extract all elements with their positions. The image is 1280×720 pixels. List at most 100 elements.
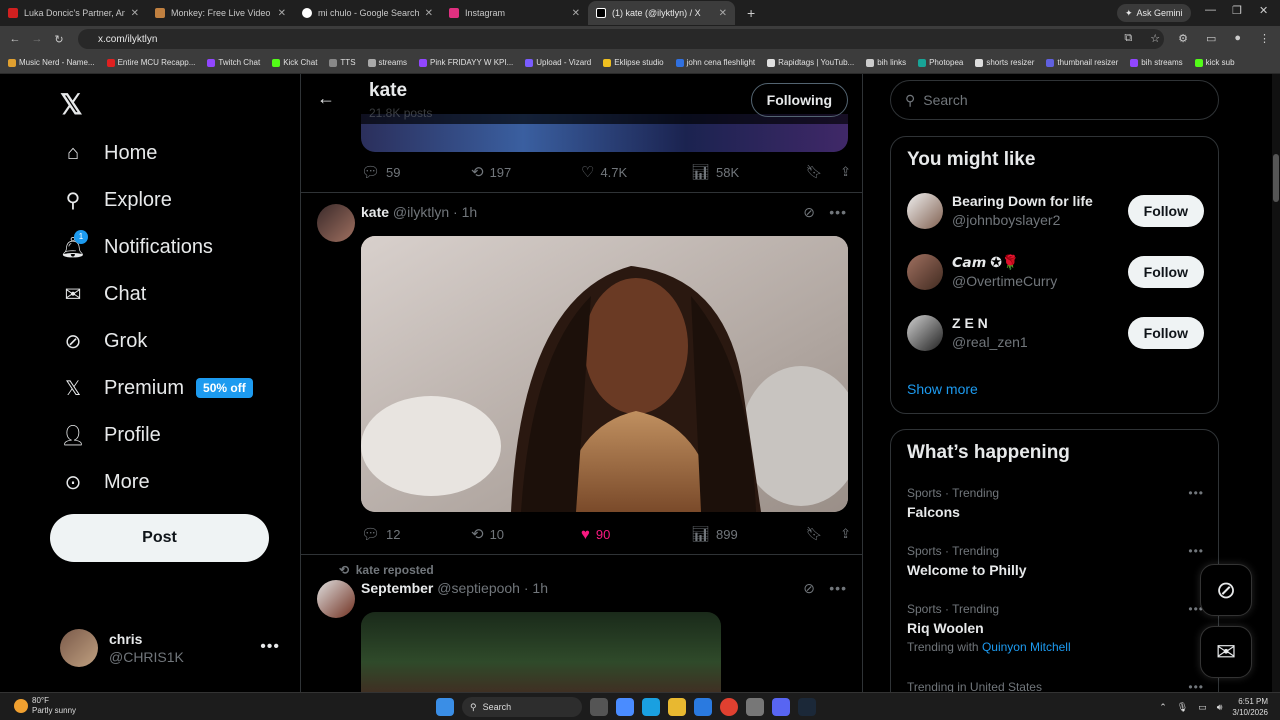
install-app-icon[interactable]: ⧉ (1124, 32, 1132, 45)
close-icon[interactable]: ✕ (425, 8, 433, 19)
bookmark-item[interactable]: john cena fleshlight (675, 58, 755, 67)
trend-item[interactable]: Sports · Trending Welcome to Philly ••• (907, 544, 1204, 578)
scrollbar-thumb[interactable] (1273, 154, 1279, 202)
post-button[interactable]: Post (50, 514, 269, 562)
bookmark-item[interactable]: thumbnail resizer (1046, 58, 1118, 67)
forward-icon[interactable]: → (26, 33, 48, 45)
browser-tab[interactable]: mi chulo - Google Search ✕ (294, 1, 441, 25)
copilot-icon[interactable] (616, 698, 634, 716)
microphone-icon[interactable]: 🎙︎ (1177, 702, 1188, 713)
bookmark-item[interactable]: Upload - Vizard (525, 58, 591, 67)
more-dots-icon[interactable]: ••• (1188, 486, 1204, 500)
grok-fab-icon[interactable]: ⊘ (1200, 564, 1252, 616)
nav-profile[interactable]: 👤︎ Profile (60, 420, 160, 450)
file-explorer-icon[interactable] (668, 698, 686, 716)
more-dots-icon[interactable]: ••• (829, 580, 847, 596)
bookmark-item[interactable]: Rapidtags | YouTub... (767, 58, 854, 67)
nav-explore[interactable]: ⚲ Explore (60, 185, 172, 215)
nav-more[interactable]: ⊙ More (60, 467, 150, 497)
windows-start-icon[interactable] (436, 698, 454, 716)
browser-tab-active[interactable]: (1) kate (@ilyktlyn) / X ✕ (588, 1, 735, 25)
nav-chat[interactable]: ✉ Chat (60, 279, 147, 309)
search-input[interactable]: ⚲ Search (890, 80, 1219, 120)
share-icon[interactable]: ⇪ (840, 526, 851, 542)
repost-indicator[interactable]: ⟲ kate reposted (339, 563, 434, 577)
bookmark-item[interactable]: TTS (329, 58, 356, 67)
bookmark-item[interactable]: kick sub (1194, 58, 1235, 67)
app-icon[interactable] (746, 698, 764, 716)
bookmark-item[interactable]: bih links (866, 58, 906, 67)
profile-avatar-icon[interactable]: ● (1234, 32, 1241, 45)
bookmark-item[interactable]: Pink FRIDAYY W KPI... (418, 58, 513, 67)
bookmark-item[interactable]: Music Nerd - Name... (8, 58, 95, 67)
repost-button[interactable]: ⟲ 197 (471, 163, 581, 181)
close-icon[interactable]: ✕ (719, 8, 727, 19)
steam-icon[interactable] (798, 698, 816, 716)
post-image[interactable] (361, 236, 848, 512)
suggestion-item[interactable]: Z E N @real_zen1 Follow (907, 315, 1204, 355)
post-image[interactable] (361, 612, 721, 692)
trend-item[interactable]: Sports · Trending Riq Woolen Trending wi… (907, 602, 1204, 654)
discord-icon[interactable] (772, 698, 790, 716)
ask-gemini-button[interactable]: ✦ Ask Gemini (1117, 4, 1191, 22)
follow-button[interactable]: Follow (1127, 317, 1204, 349)
views-button[interactable]: 📊︎ 899 (691, 525, 801, 543)
follow-button[interactable]: Follow (1127, 256, 1204, 288)
bookmark-item[interactable]: shorts resizer (975, 58, 1034, 67)
browser-tab[interactable]: Luka Doncic's Partner, Anamaria ✕ (0, 1, 147, 25)
browser-tab[interactable]: Monkey: Free Live Video Chat ✕ (147, 1, 294, 25)
bookmark-item[interactable]: Kick Chat (272, 58, 317, 67)
bookmark-star-icon[interactable]: ☆ (1150, 32, 1160, 45)
nav-home[interactable]: ⌂ Home (60, 138, 157, 168)
extensions-icon[interactable]: ⚙ (1178, 32, 1188, 45)
post-author[interactable]: September @septiepooh · 1h (361, 580, 548, 596)
grok-icon[interactable]: ⊘ (803, 580, 815, 597)
back-arrow-icon[interactable]: ← (317, 88, 335, 109)
url-field[interactable]: x.com/ilyktlyn (78, 29, 1164, 49)
maximize-icon[interactable]: ❐ (1232, 4, 1242, 17)
x-logo-icon[interactable]: 𝕏 (60, 88, 83, 121)
close-icon[interactable]: ✕ (572, 8, 580, 19)
back-icon[interactable]: ← (4, 33, 26, 45)
more-dots-icon[interactable]: ••• (1188, 544, 1204, 558)
share-icon[interactable]: ⇪ (840, 164, 851, 180)
more-dots-icon[interactable]: ••• (260, 638, 280, 656)
bookmark-item[interactable]: streams (367, 58, 407, 67)
post-author[interactable]: kate @ilyktlyn · 1h (361, 204, 477, 220)
bookmark-item[interactable]: Eklipse studio (603, 58, 664, 67)
like-button[interactable]: ♡ 4.7K (581, 163, 691, 181)
bookmark-item[interactable]: Entire MCU Recapp... (106, 58, 195, 67)
suggestion-item[interactable]: 𝘾𝙖𝙢 ✪🌹 @OvertimeCurry Follow (907, 254, 1204, 294)
task-view-icon[interactable] (590, 698, 608, 716)
more-dots-icon[interactable]: ••• (829, 204, 847, 220)
trending-with-link[interactable]: Quinyon Mitchell (982, 640, 1071, 654)
chevron-up-icon[interactable]: ⌃ (1159, 702, 1167, 713)
messages-fab-icon[interactable]: ✉ (1200, 626, 1252, 678)
suggestion-item[interactable]: Bearing Down for life @johnboyslayer2 Fo… (907, 193, 1204, 233)
new-tab-button[interactable]: + (747, 5, 755, 21)
bookmark-item[interactable]: bih streams (1130, 58, 1183, 67)
show-more-link[interactable]: Show more (907, 381, 978, 397)
scrollbar[interactable] (1272, 74, 1280, 692)
avatar[interactable] (317, 580, 355, 618)
chrome-menu-icon[interactable]: ⋮ (1259, 32, 1270, 45)
avatar[interactable] (317, 204, 355, 242)
browser-tab[interactable]: Instagram ✕ (441, 1, 588, 25)
clock[interactable]: 6:51 PM 3/10/2026 (1232, 696, 1268, 718)
bookmark-icon[interactable]: 🔖︎ (806, 164, 823, 180)
following-button[interactable]: Following (750, 83, 848, 117)
nav-notifications[interactable]: 🔔︎ 1 Notifications (60, 230, 213, 262)
network-icon[interactable]: ▭ (1198, 702, 1207, 713)
reload-icon[interactable]: ↻ (48, 33, 70, 46)
volume-icon[interactable]: 🔊︎ (1217, 702, 1223, 713)
bookmark-item[interactable]: Twitch Chat (207, 58, 260, 67)
trend-item[interactable]: Sports · Trending Falcons ••• (907, 486, 1204, 520)
nav-grok[interactable]: ⊘ Grok (60, 326, 148, 356)
minimize-icon[interactable]: — (1205, 4, 1216, 16)
weather-widget[interactable]: 80°F Partly sunny (14, 696, 76, 716)
mail-icon[interactable] (694, 698, 712, 716)
bookmark-icon[interactable]: 🔖︎ (806, 526, 823, 542)
repost-button[interactable]: ⟲ 10 (471, 525, 581, 543)
nav-premium[interactable]: 𝕏 Premium 50% off (60, 373, 253, 403)
close-icon[interactable]: ✕ (131, 8, 139, 19)
